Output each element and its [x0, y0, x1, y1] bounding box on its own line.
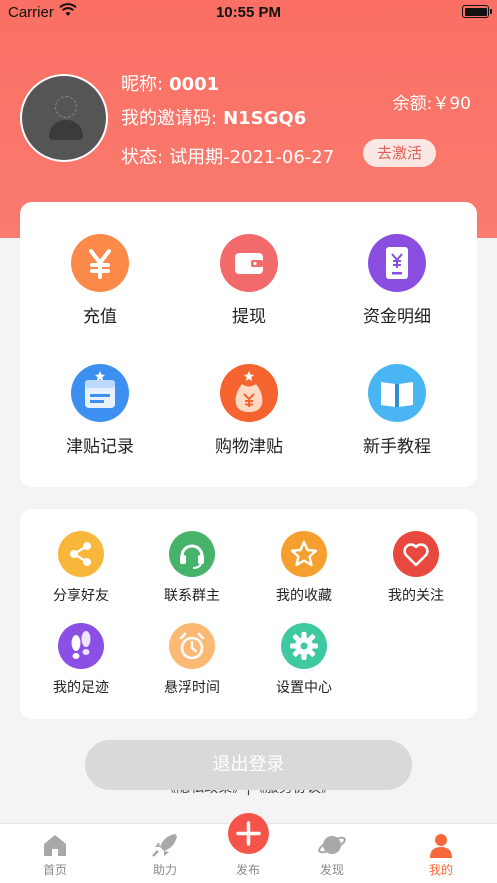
user-icon: [430, 834, 452, 858]
tab-label: 首页: [42, 863, 67, 877]
tab-assist[interactable]: 助力: [125, 824, 205, 883]
menu-item-beginner-tutorial[interactable]: 新手教程: [327, 364, 467, 457]
menu-label: 设置中心: [276, 680, 332, 696]
main-menu-card: 充值 提现 资金明细 津贴记录 购物津贴 新手教程: [20, 202, 477, 487]
invite-code-value: N1SGQ6: [223, 108, 307, 129]
battery-icon: [462, 5, 492, 18]
menu-label: 我的收藏: [276, 588, 332, 604]
nickname-row: 昵称: 0001: [121, 70, 219, 96]
nickname-value: 0001: [169, 74, 220, 95]
menu-label: 新手教程: [363, 437, 431, 457]
menu-item-floating-time[interactable]: 悬浮时间: [142, 623, 242, 697]
menu-label: 联系群主: [164, 588, 220, 604]
tab-mine[interactable]: 我的: [401, 824, 481, 883]
balance-text: 余额:￥90: [392, 94, 471, 114]
nickname-label: 昵称:: [121, 74, 164, 95]
menu-item-allowance-record[interactable]: 津贴记录: [30, 364, 170, 457]
menu-label: 充值: [83, 307, 117, 327]
alarm-clock-icon: [169, 623, 215, 669]
invite-code-row: 我的邀请码: N1SGQ6: [121, 104, 306, 130]
menu-item-fund-details[interactable]: 资金明细: [327, 234, 467, 327]
menu-item-withdraw[interactable]: 提现: [179, 234, 319, 327]
gear-icon: [281, 623, 327, 669]
menu-item-following[interactable]: 我的关注: [366, 531, 466, 605]
status-value: 试用期-2021-06-27: [169, 147, 335, 168]
menu-label: 我的关注: [388, 588, 444, 604]
activate-button[interactable]: 去激活: [363, 139, 436, 167]
star-icon: [281, 531, 327, 577]
menu-label: 我的足迹: [53, 680, 109, 696]
menu-label: 分享好友: [53, 588, 109, 604]
logout-button[interactable]: 退出登录: [85, 740, 412, 790]
yen-icon: [71, 234, 129, 292]
tab-home[interactable]: 首页: [15, 824, 95, 883]
book-icon: [368, 364, 426, 422]
ledger-icon: [368, 234, 426, 292]
avatar[interactable]: [20, 74, 108, 162]
sub-menu-card: 分享好友 联系群主 我的收藏 我的关注 我的足迹 悬浮时间 设置中心: [20, 509, 477, 719]
menu-label: 提现: [232, 307, 266, 327]
menu-label: 悬浮时间: [164, 680, 220, 696]
menu-item-share-friends[interactable]: 分享好友: [31, 531, 131, 605]
plus-icon: [236, 821, 261, 846]
headset-icon: [169, 531, 215, 577]
menu-item-recharge[interactable]: 充值: [30, 234, 170, 327]
menu-item-shopping-allowance[interactable]: 购物津贴: [179, 364, 319, 457]
tab-discover[interactable]: 发现: [292, 824, 372, 883]
menu-item-favorites[interactable]: 我的收藏: [254, 531, 354, 605]
wallet-icon: [220, 234, 278, 292]
menu-label: 购物津贴: [215, 437, 283, 457]
money-bag-icon: [220, 364, 278, 422]
menu-item-footprints[interactable]: 我的足迹: [31, 623, 131, 697]
footprint-icon: [58, 623, 104, 669]
status-bar: Carrier 10:55 PM: [0, 0, 497, 26]
record-box-icon: [71, 364, 129, 422]
tab-label: 助力: [152, 863, 177, 877]
home-icon: [44, 835, 66, 856]
menu-label: 资金明细: [363, 307, 431, 327]
tab-label: 发现: [319, 863, 344, 877]
heart-icon: [393, 531, 439, 577]
tab-label: 我的: [428, 863, 453, 877]
menu-label: 津贴记录: [66, 437, 134, 457]
tab-label: 发布: [235, 863, 260, 877]
menu-item-contact-owner[interactable]: 联系群主: [142, 531, 242, 605]
menu-item-settings[interactable]: 设置中心: [254, 623, 354, 697]
status-row: 状态: 试用期-2021-06-27: [121, 143, 334, 169]
invite-code-label: 我的邀请码:: [121, 108, 218, 129]
publish-button[interactable]: [228, 813, 269, 854]
planet-icon: [318, 836, 346, 854]
share-icon: [58, 531, 104, 577]
status-label: 状态:: [121, 147, 164, 168]
clock: 10:55 PM: [215, 4, 282, 21]
rocket-icon: [152, 834, 177, 857]
